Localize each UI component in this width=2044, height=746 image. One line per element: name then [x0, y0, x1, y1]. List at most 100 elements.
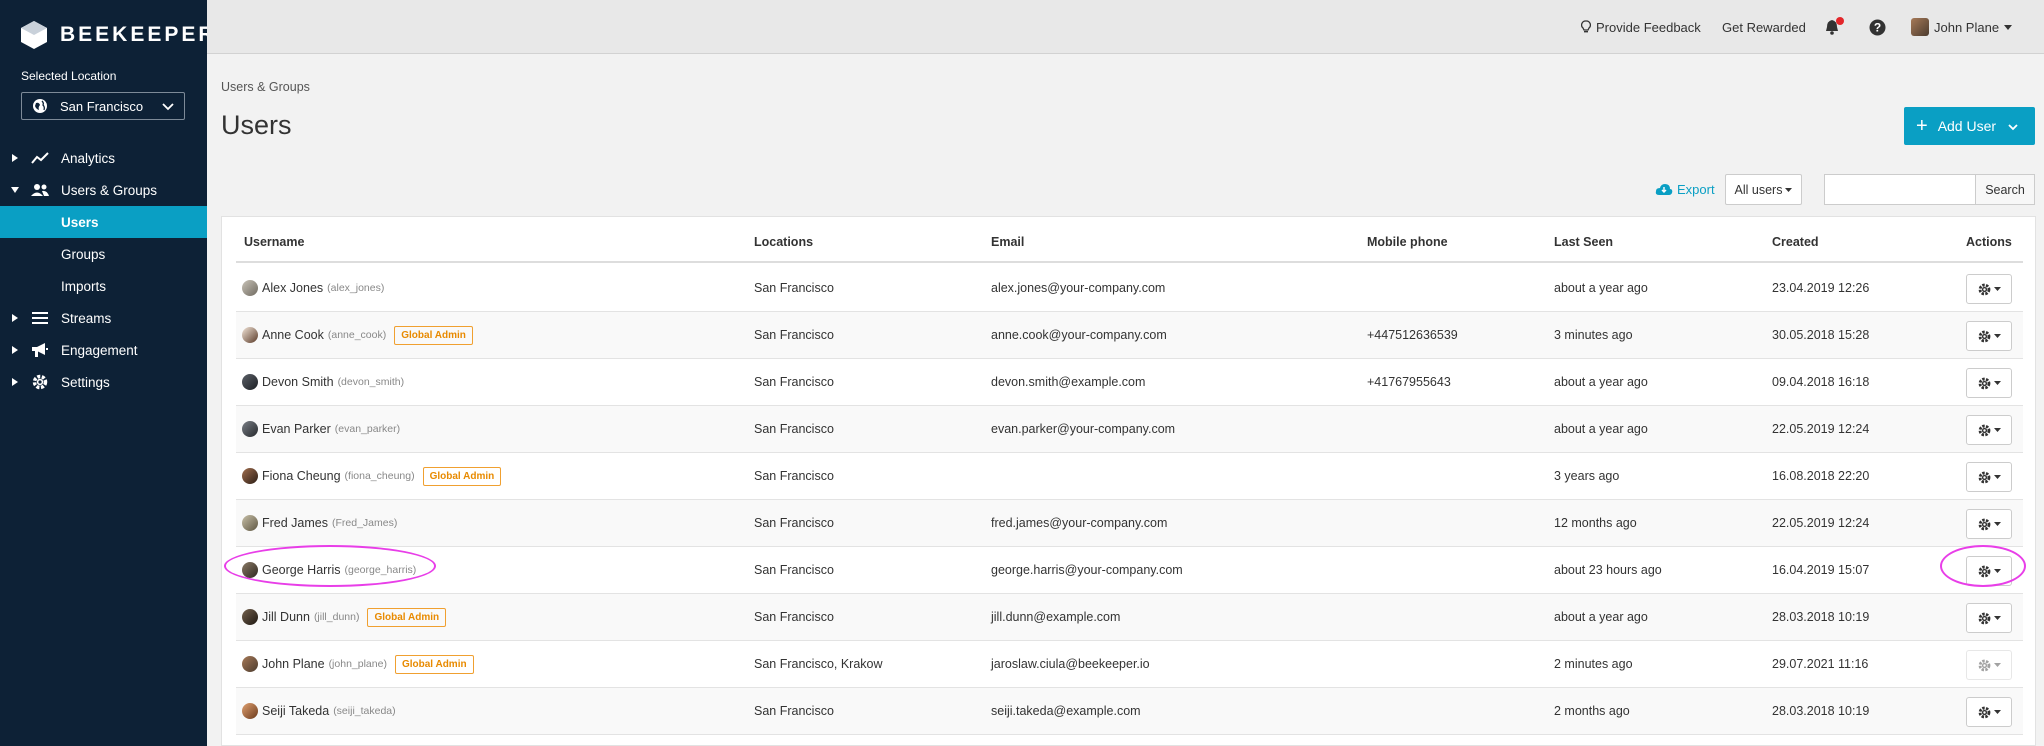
user-filter-dropdown[interactable]: All users — [1725, 174, 1802, 205]
user-name: John Plane — [1934, 19, 2000, 35]
global-admin-badge: Global Admin — [394, 654, 474, 674]
user-full-name: Fiona Cheung — [262, 469, 341, 483]
row-actions-button[interactable] — [1966, 509, 2012, 539]
row-actions-button[interactable] — [1966, 368, 2012, 398]
breadcrumb[interactable]: Users & Groups — [221, 80, 310, 94]
username-cell[interactable]: Seiji Takeda (seiji_takeda) — [242, 688, 396, 734]
gear-icon — [1978, 518, 1991, 531]
help-button[interactable]: ? — [1869, 0, 1886, 54]
mobile-cell: +41767955643 — [1367, 375, 1451, 389]
table-row[interactable]: Seiji Takeda (seiji_takeda) San Francisc… — [236, 688, 2023, 735]
column-email[interactable]: Email — [991, 235, 1024, 249]
table-row[interactable]: George Harris (george_harris) San Franci… — [236, 547, 2023, 594]
avatar — [242, 609, 258, 625]
sidebar-item-label: Users & Groups — [61, 182, 158, 198]
sidebar-item-users-groups[interactable]: Users & Groups — [0, 174, 207, 206]
brand[interactable]: BEEKEEPER — [0, 0, 214, 70]
mobile-cell: +447512636539 — [1367, 328, 1458, 342]
email-cell: george.harris@your-company.com — [991, 563, 1183, 577]
table-row[interactable]: Jill Dunn (jill_dunn) Global Admin San F… — [236, 594, 2023, 641]
username-cell[interactable]: Evan Parker (evan_parker) — [242, 406, 400, 452]
row-actions-button[interactable] — [1966, 321, 2012, 351]
last-seen-cell: about a year ago — [1554, 610, 1648, 624]
sidebar-item-imports[interactable]: Imports — [0, 270, 207, 302]
row-actions-button[interactable] — [1966, 697, 2012, 727]
row-actions-button[interactable] — [1966, 415, 2012, 445]
page-title: Users — [221, 110, 292, 140]
user-full-name: Devon Smith — [262, 375, 334, 389]
created-cell: 28.03.2018 10:19 — [1772, 704, 1870, 718]
add-user-button[interactable]: + Add User — [1904, 107, 2035, 145]
username-cell[interactable]: Fiona Cheung (fiona_cheung) Global Admin — [242, 453, 502, 499]
export-button[interactable]: Export — [1655, 174, 1715, 204]
column-username[interactable]: Username — [244, 235, 304, 249]
location-cell: San Francisco — [754, 563, 834, 577]
user-handle: (john_plane) — [328, 658, 387, 670]
created-cell: 16.04.2019 15:07 — [1772, 563, 1870, 577]
username-cell[interactable]: Jill Dunn (jill_dunn) Global Admin — [242, 594, 447, 640]
caret-down-icon — [1993, 475, 2001, 479]
users-icon — [29, 181, 51, 199]
table-row[interactable]: Devon Smith (devon_smith) San Francisco … — [236, 359, 2023, 406]
caret-right-icon — [7, 346, 23, 354]
created-cell: 09.04.2018 16:18 — [1772, 375, 1870, 389]
selected-location-label: Selected Location — [21, 69, 117, 83]
table-row[interactable]: Evan Parker (evan_parker) San Francisco … — [236, 406, 2023, 453]
column-mobile-phone[interactable]: Mobile phone — [1367, 235, 1448, 249]
search-input[interactable] — [1824, 174, 1976, 205]
location-select[interactable]: San Francisco — [21, 92, 185, 120]
search-button[interactable]: Search — [1975, 174, 2035, 205]
created-cell: 30.05.2018 15:28 — [1772, 328, 1870, 342]
location-cell: San Francisco — [754, 610, 834, 624]
get-rewarded-link[interactable]: Get Rewarded — [1722, 0, 1806, 54]
sidebar-item-users[interactable]: Users — [0, 206, 207, 238]
user-menu[interactable]: John Plane — [1911, 0, 2013, 54]
sidebar-item-streams[interactable]: Streams — [0, 302, 207, 334]
beekeeper-logo-icon — [20, 20, 48, 50]
username-cell[interactable]: Alex Jones (alex_jones) — [242, 265, 384, 311]
column-created[interactable]: Created — [1772, 235, 1819, 249]
caret-down-icon — [1993, 428, 2001, 432]
table-row[interactable]: John Plane (john_plane) Global Admin San… — [236, 641, 2023, 688]
avatar — [242, 421, 258, 437]
username-cell[interactable]: Devon Smith (devon_smith) — [242, 359, 404, 405]
top-bar: Provide Feedback Get Rewarded ? John Pla… — [207, 0, 2044, 54]
sidebar-item-engagement[interactable]: Engagement — [0, 334, 207, 366]
global-admin-badge: Global Admin — [422, 466, 502, 486]
table-row[interactable]: Fred James (Fred_James) San Francisco fr… — [236, 500, 2023, 547]
avatar — [242, 515, 258, 531]
table-row[interactable]: Anne Cook (anne_cook) Global Admin San F… — [236, 312, 2023, 359]
user-handle: (jill_dunn) — [313, 611, 360, 623]
sidebar-item-groups[interactable]: Groups — [0, 238, 207, 270]
sidebar: BEEKEEPER Selected Location San Francisc… — [0, 0, 214, 746]
svg-text:?: ? — [1874, 20, 1881, 34]
row-actions-button[interactable] — [1966, 274, 2012, 304]
row-actions-button[interactable] — [1966, 603, 2012, 633]
user-handle: (fiona_cheung) — [344, 470, 415, 482]
global-admin-badge: Global Admin — [367, 607, 447, 627]
column-locations[interactable]: Locations — [754, 235, 813, 249]
username-cell[interactable]: John Plane (john_plane) Global Admin — [242, 641, 474, 687]
gear-icon — [1978, 659, 1991, 672]
table-row[interactable]: Fiona Cheung (fiona_cheung) Global Admin… — [236, 453, 2023, 500]
user-handle: (alex_jones) — [327, 282, 385, 294]
sidebar-item-settings[interactable]: Settings — [0, 366, 207, 398]
username-cell[interactable]: Anne Cook (anne_cook) Global Admin — [242, 312, 473, 358]
created-cell: 28.03.2018 10:19 — [1772, 610, 1870, 624]
user-handle: (evan_parker) — [334, 423, 401, 435]
row-actions-button[interactable] — [1966, 462, 2012, 492]
caret-down-icon — [1993, 334, 2001, 338]
provide-feedback-link[interactable]: Provide Feedback — [1581, 0, 1701, 54]
caret-right-icon — [7, 314, 23, 322]
export-label: Export — [1677, 181, 1715, 197]
last-seen-cell: 12 months ago — [1554, 516, 1637, 530]
column-last-seen[interactable]: Last Seen — [1554, 235, 1613, 249]
sidebar-item-analytics[interactable]: Analytics — [0, 142, 207, 174]
username-cell[interactable]: Fred James (Fred_James) — [242, 500, 397, 546]
user-full-name: Seiji Takeda — [262, 704, 330, 718]
table-row[interactable]: Alex Jones (alex_jones) San Francisco al… — [236, 265, 2023, 312]
avatar — [242, 327, 258, 343]
created-cell: 22.05.2019 12:24 — [1772, 516, 1870, 530]
notifications-button[interactable] — [1825, 0, 1849, 54]
avatar — [242, 468, 258, 484]
